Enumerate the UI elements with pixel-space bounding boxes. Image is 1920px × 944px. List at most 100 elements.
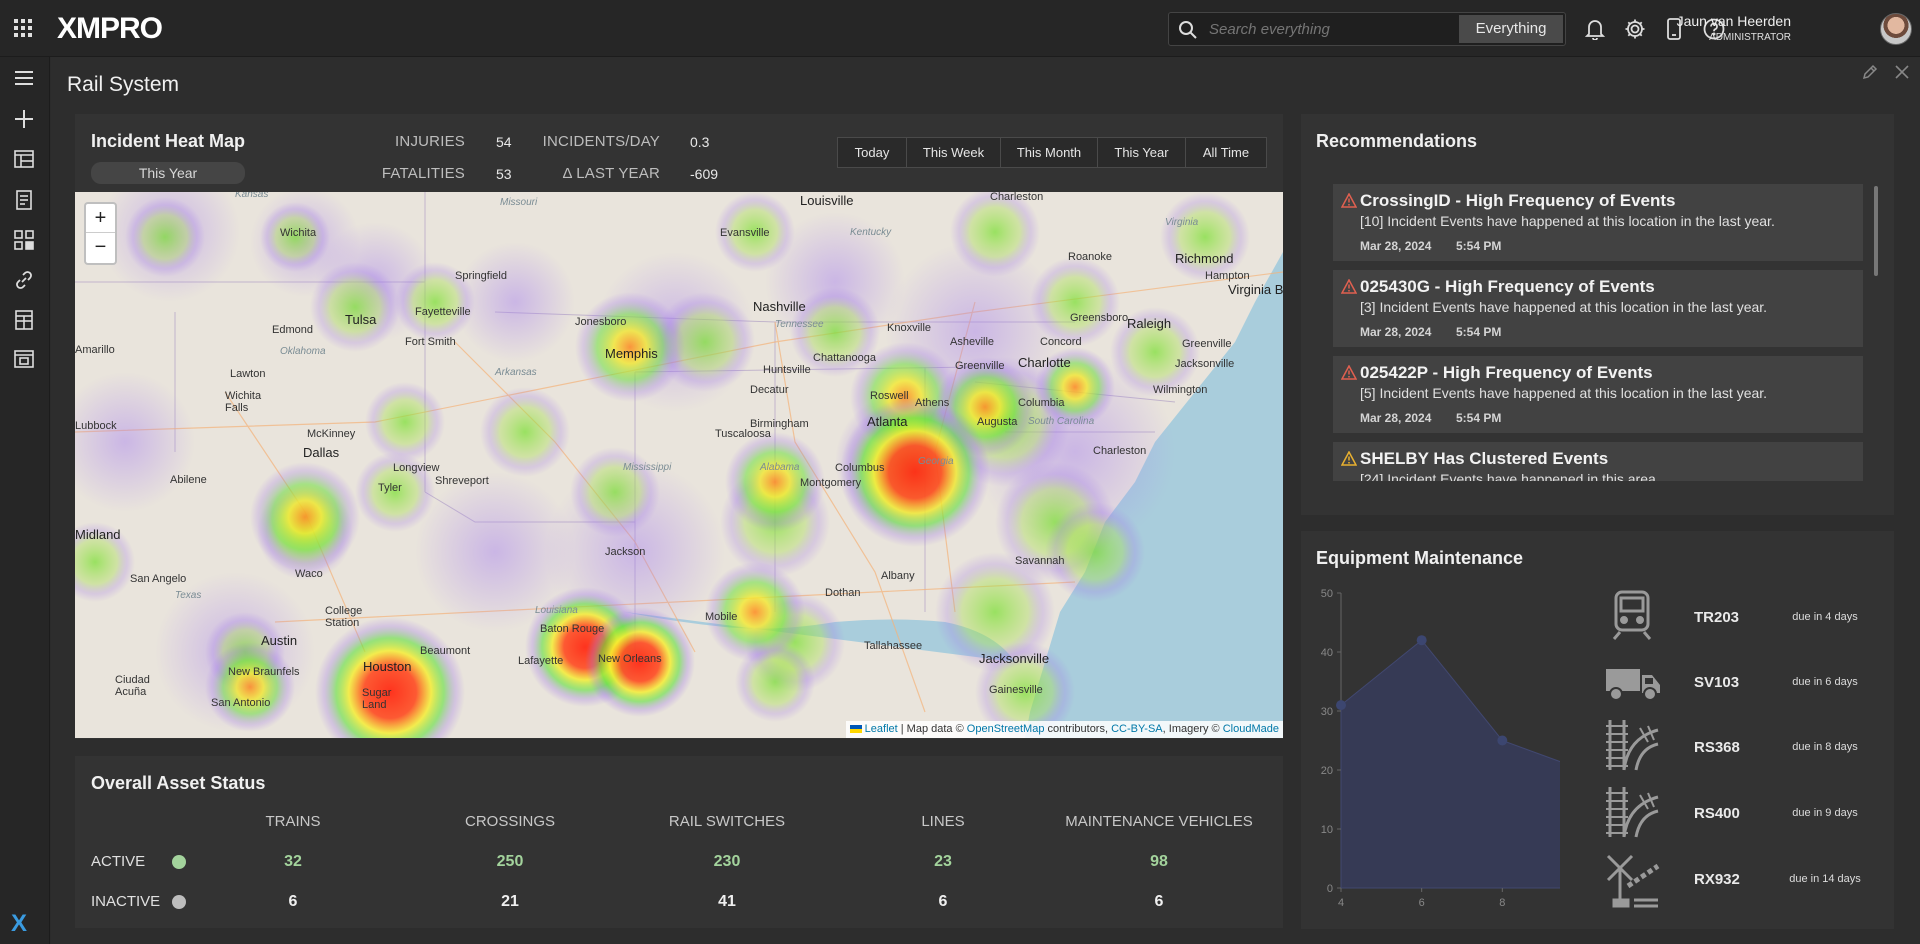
- map-label: Oklahoma: [280, 346, 326, 357]
- map-label: Midland: [75, 527, 121, 542]
- recommendation-card[interactable]: SHELBY Has Clustered Events [24] Inciden…: [1333, 442, 1863, 481]
- map-label: Savannah: [1015, 555, 1065, 567]
- map-label: Chattanooga: [813, 352, 876, 364]
- equipment-name: SV103: [1694, 674, 1740, 691]
- map-label: Gainesville: [989, 684, 1043, 696]
- map-label: Augusta: [977, 416, 1018, 428]
- recommendation-card[interactable]: CrossingID - High Frequency of Events [1…: [1333, 184, 1863, 261]
- warning-icon: [1341, 193, 1357, 208]
- recommendation-card[interactable]: 025422P - High Frequency of Events [5] I…: [1333, 356, 1863, 433]
- xmpro-logo[interactable]: XMPRO: [57, 12, 163, 46]
- recommendations-scrollbar[interactable]: [1874, 186, 1878, 276]
- rail-switch-icon: [1604, 785, 1660, 844]
- incident-heat-map[interactable]: Kansas Missouri Louisville Charleston Wi…: [75, 192, 1283, 738]
- time-button-this-year[interactable]: This Year: [1097, 137, 1186, 168]
- leaflet-link[interactable]: Leaflet: [865, 723, 898, 735]
- search-box[interactable]: Everything: [1168, 12, 1566, 46]
- search-icon: [1178, 20, 1198, 40]
- equipment-name: TR203: [1694, 609, 1740, 626]
- y-tick-label: 40: [1321, 647, 1333, 659]
- calculator-icon[interactable]: [14, 310, 34, 330]
- apps-icon[interactable]: [14, 230, 34, 250]
- time-button-today[interactable]: Today: [837, 137, 907, 168]
- asset-col-header: MAINTENANCE VEHICLES: [1065, 813, 1253, 830]
- map-label: Texas: [175, 590, 202, 601]
- map-label: Tallahassee: [864, 640, 923, 652]
- y-tick-label: 30: [1321, 706, 1333, 718]
- dashboard-icon[interactable]: [14, 150, 34, 168]
- map-label: South Carolina: [1028, 416, 1095, 427]
- close-icon[interactable]: [1895, 65, 1909, 79]
- recommendation-card[interactable]: 025430G - High Frequency of Events [3] I…: [1333, 270, 1863, 347]
- osm-link[interactable]: OpenStreetMap: [967, 723, 1045, 735]
- map-label: Roanoke: [1068, 251, 1113, 263]
- zoom-in-button[interactable]: +: [86, 204, 115, 233]
- recommendations-inner: CrossingID - High Frequency of Events [1…: [1301, 180, 1894, 481]
- recommendation-desc: [5] Incident Events have happened at thi…: [1360, 385, 1768, 401]
- equipment-due: due in 14 days: [1789, 873, 1861, 885]
- time-button-all-time[interactable]: All Time: [1185, 137, 1267, 168]
- edit-icon[interactable]: [1862, 64, 1878, 80]
- x-tick-label: 6: [1419, 897, 1425, 909]
- link-icon[interactable]: [14, 270, 34, 290]
- recommendation-title: SHELBY Has Clustered Events: [1360, 449, 1609, 468]
- leaflet-flag-icon: [849, 725, 862, 734]
- x-tick-label: 4: [1338, 897, 1344, 909]
- avatar[interactable]: [1880, 13, 1912, 45]
- map-label: Wichita Falls: [225, 390, 262, 414]
- heatmap-title: Incident Heat Map: [91, 131, 246, 151]
- y-tick-label: 10: [1321, 824, 1333, 836]
- equipment-name: RS400: [1694, 805, 1740, 822]
- map-label: Columbus: [835, 462, 885, 474]
- map-label: Louisville: [800, 193, 854, 208]
- asset-col-header: LINES: [921, 813, 965, 830]
- map-label: Charleston: [1093, 445, 1147, 457]
- map-label: Montgomery: [800, 477, 862, 489]
- y-tick-label: 50: [1321, 588, 1333, 600]
- cloudmade-link[interactable]: CloudMade: [1223, 723, 1279, 735]
- y-tick-label: 0: [1327, 883, 1333, 895]
- map-label: Kentucky: [850, 227, 892, 238]
- search-input[interactable]: [1209, 18, 1399, 40]
- recommendation-title: 025430G - High Frequency of Events: [1360, 277, 1655, 296]
- left-sidebar: X: [0, 57, 50, 944]
- add-icon[interactable]: [14, 109, 34, 129]
- data-stream-icon[interactable]: [14, 350, 34, 368]
- app-grid-icon[interactable]: [13, 18, 33, 38]
- map-label: Baton Rouge: [540, 623, 605, 635]
- search-scope-button[interactable]: Everything: [1459, 15, 1563, 43]
- map-label: Amarillo: [75, 344, 115, 356]
- map-label: Tuscaloosa: [715, 428, 771, 440]
- time-button-this-week[interactable]: This Week: [906, 137, 1001, 168]
- recommendations-list[interactable]: CrossingID - High Frequency of Events [1…: [1301, 180, 1894, 481]
- map-label: Jacksonville: [979, 651, 1050, 666]
- map-label: Concord: [1040, 336, 1082, 348]
- license-link[interactable]: CC-BY-SA: [1111, 723, 1163, 735]
- map-label: Lubbock: [75, 420, 117, 432]
- gear-icon[interactable]: [1624, 18, 1646, 40]
- time-button-this-month[interactable]: This Month: [1000, 137, 1098, 168]
- switches-active-count: 230: [713, 853, 741, 870]
- asset-col-header: TRAINS: [265, 813, 321, 830]
- asset-col-header: CROSSINGS: [464, 813, 555, 830]
- xmpro-small-logo[interactable]: X: [11, 910, 27, 938]
- zoom-out-button[interactable]: −: [86, 233, 115, 262]
- map-label: Tennessee: [775, 319, 824, 330]
- user-role: ADMINISTRATOR: [1709, 32, 1791, 43]
- trains-active-count: 32: [284, 853, 302, 870]
- recommendations-icon[interactable]: [14, 190, 34, 210]
- bell-icon[interactable]: [1585, 18, 1605, 40]
- x-tick-label: 8: [1499, 897, 1505, 909]
- map-label: Springfield: [455, 270, 507, 282]
- equipment-due: due in 4 days: [1792, 611, 1858, 623]
- lines-active-count: 23: [934, 853, 952, 870]
- map-label: Alabama: [760, 462, 800, 473]
- menu-icon[interactable]: [14, 70, 34, 86]
- user-name[interactable]: Jaun van Heerden: [1677, 13, 1791, 29]
- warning-icon: [1341, 365, 1357, 380]
- map-label: Jonesboro: [575, 316, 627, 328]
- recommendation-title: 025422P - High Frequency of Events: [1360, 363, 1653, 382]
- map-label: McKinney: [307, 428, 356, 440]
- rail-crossing-icon: [1604, 852, 1660, 913]
- inactive-label: INACTIVE: [91, 893, 161, 910]
